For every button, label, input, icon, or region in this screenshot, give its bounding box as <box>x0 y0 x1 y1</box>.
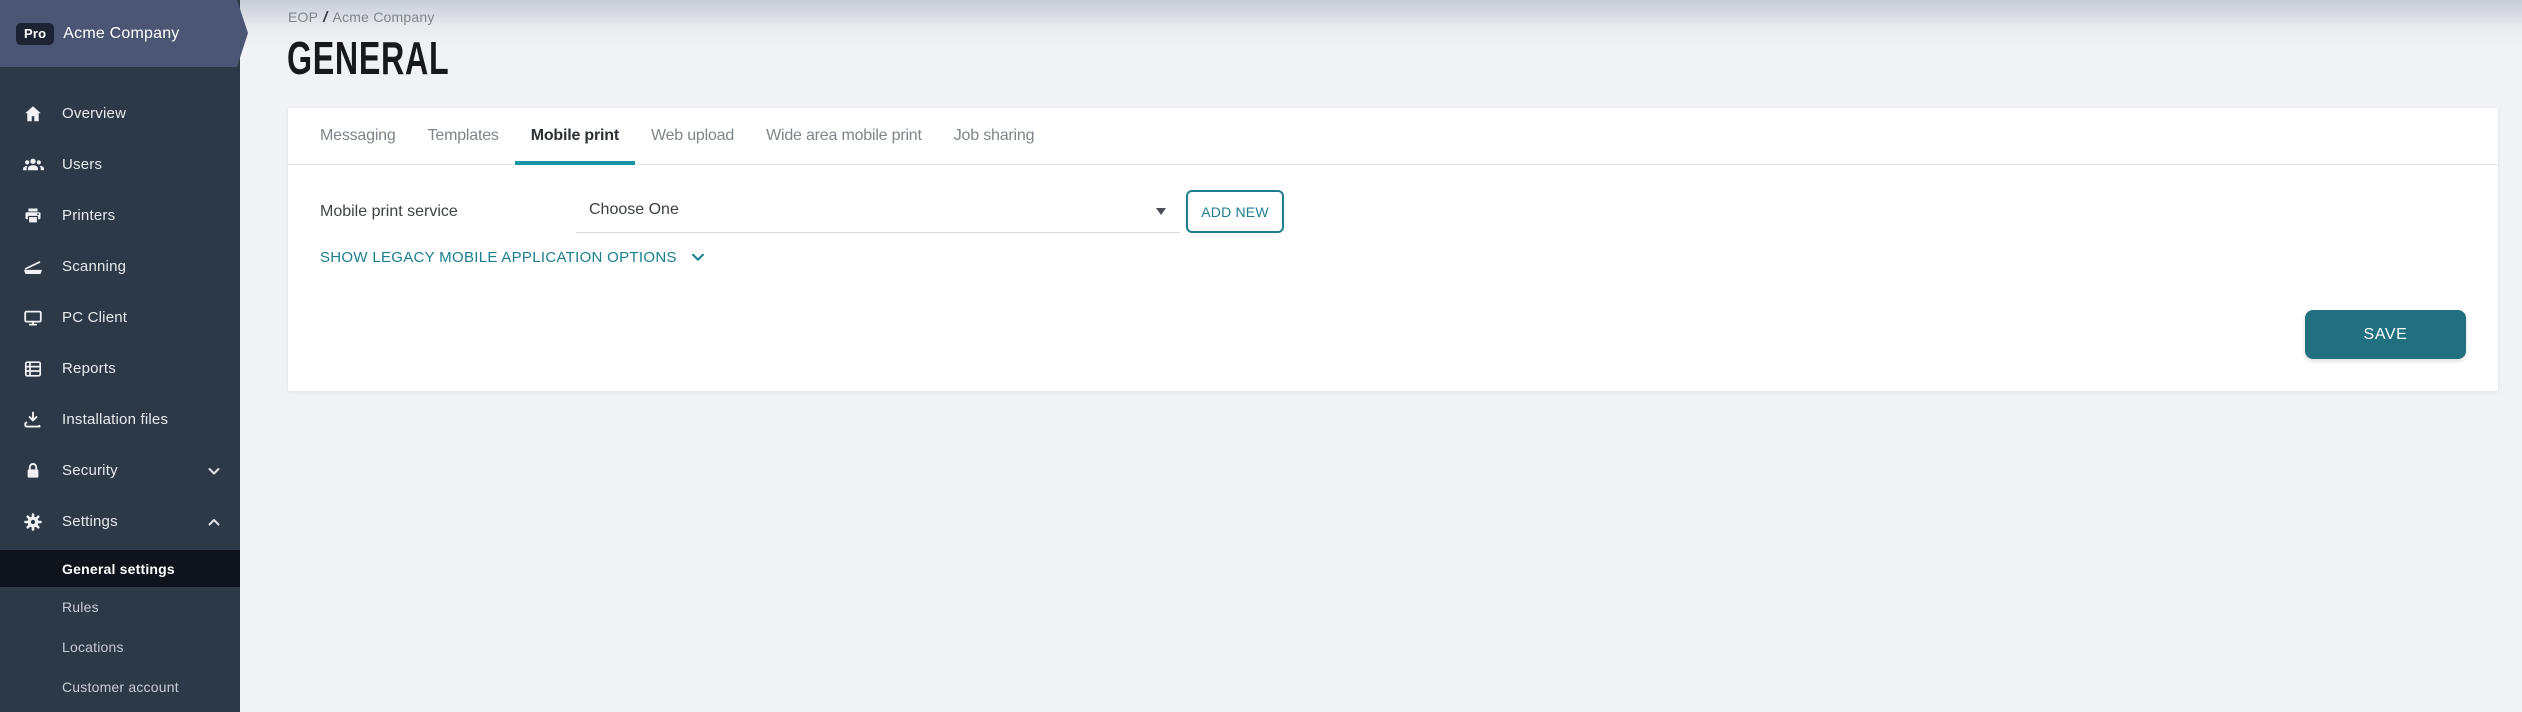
legacy-options-label: SHOW LEGACY MOBILE APPLICATION OPTIONS <box>320 249 677 266</box>
home-icon <box>22 103 44 125</box>
mobile-print-service-row: Mobile print service Choose One ADD NEW <box>320 190 1284 233</box>
tab-templates[interactable]: Templates <box>412 108 515 164</box>
sidebar-item-label: Overview <box>62 105 126 122</box>
breadcrumb-separator: / <box>318 9 332 26</box>
gear-icon <box>22 511 44 533</box>
sidebar-item-settings[interactable]: Settings <box>0 496 240 547</box>
sidebar-item-installation-files[interactable]: Installation files <box>0 394 240 445</box>
monitor-icon <box>22 307 44 329</box>
tab-messaging[interactable]: Messaging <box>304 108 412 164</box>
sidebar-item-label: Security <box>62 462 118 479</box>
add-new-button[interactable]: ADD NEW <box>1186 190 1284 233</box>
users-icon <box>22 154 44 176</box>
settings-subnav: General settings Rules Locations Custome… <box>0 550 240 707</box>
pro-badge: Pro <box>16 23 54 45</box>
scanner-icon <box>22 256 44 278</box>
tab-mobile-print[interactable]: Mobile print <box>515 108 635 164</box>
report-list-icon <box>22 358 44 380</box>
sidebar-subitem-rules[interactable]: Rules <box>0 587 240 627</box>
page: Pro Acme Company Overview Users <box>0 0 2522 712</box>
legacy-options-toggle[interactable]: SHOW LEGACY MOBILE APPLICATION OPTIONS <box>320 244 707 270</box>
sidebar-item-pc-client[interactable]: PC Client <box>0 292 240 343</box>
sidebar-nav: Overview Users <box>0 88 240 547</box>
mobile-print-service-select[interactable]: Choose One <box>576 190 1180 233</box>
sidebar-item-label: Scanning <box>62 258 126 275</box>
tab-bar: Messaging Templates Mobile print Web upl… <box>288 108 2498 165</box>
breadcrumb: EOP/Acme Company <box>288 9 435 26</box>
subitem-label: Rules <box>62 599 99 615</box>
company-name: Acme Company <box>63 25 179 43</box>
breadcrumb-root-link[interactable]: EOP <box>288 9 318 25</box>
sidebar-item-scanning[interactable]: Scanning <box>0 241 240 292</box>
subitem-label: Locations <box>62 639 124 655</box>
settings-card: Messaging Templates Mobile print Web upl… <box>288 108 2498 391</box>
chevron-up-icon <box>204 512 224 532</box>
sidebar-item-label: Users <box>62 156 102 173</box>
save-button[interactable]: SAVE <box>2305 310 2466 359</box>
sidebar-item-label: Settings <box>62 513 118 530</box>
tab-wide-area-mobile-print[interactable]: Wide area mobile print <box>750 108 938 164</box>
breadcrumb-current: Acme Company <box>333 9 435 25</box>
tab-job-sharing[interactable]: Job sharing <box>938 108 1051 164</box>
chevron-down-icon <box>204 461 224 481</box>
caret-down-icon <box>1156 208 1166 215</box>
select-value: Choose One <box>589 190 679 230</box>
sidebar-item-reports[interactable]: Reports <box>0 343 240 394</box>
download-icon <box>22 409 44 431</box>
sidebar-item-label: Installation files <box>62 411 168 428</box>
lock-icon <box>22 460 44 482</box>
sidebar-item-users[interactable]: Users <box>0 139 240 190</box>
subitem-label: Customer account <box>62 679 179 695</box>
brand-band: Pro Acme Company <box>0 0 248 67</box>
sidebar-item-printers[interactable]: Printers <box>0 190 240 241</box>
sidebar-subitem-locations[interactable]: Locations <box>0 627 240 667</box>
sidebar-subitem-general-settings[interactable]: General settings <box>0 550 240 587</box>
printer-icon <box>22 205 44 227</box>
tab-web-upload[interactable]: Web upload <box>635 108 750 164</box>
mobile-print-service-label: Mobile print service <box>320 190 576 233</box>
sidebar: Pro Acme Company Overview Users <box>0 0 240 712</box>
sidebar-item-label: Reports <box>62 360 116 377</box>
sidebar-item-label: PC Client <box>62 309 127 326</box>
chevron-down-icon <box>689 248 707 266</box>
main-content: EOP/Acme Company GENERAL Messaging Templ… <box>240 0 2522 712</box>
sidebar-item-label: Printers <box>62 207 115 224</box>
sidebar-subitem-customer-account[interactable]: Customer account <box>0 667 240 707</box>
sidebar-item-security[interactable]: Security <box>0 445 240 496</box>
page-title: GENERAL <box>287 31 449 85</box>
sidebar-item-overview[interactable]: Overview <box>0 88 240 139</box>
subitem-label: General settings <box>62 561 175 577</box>
